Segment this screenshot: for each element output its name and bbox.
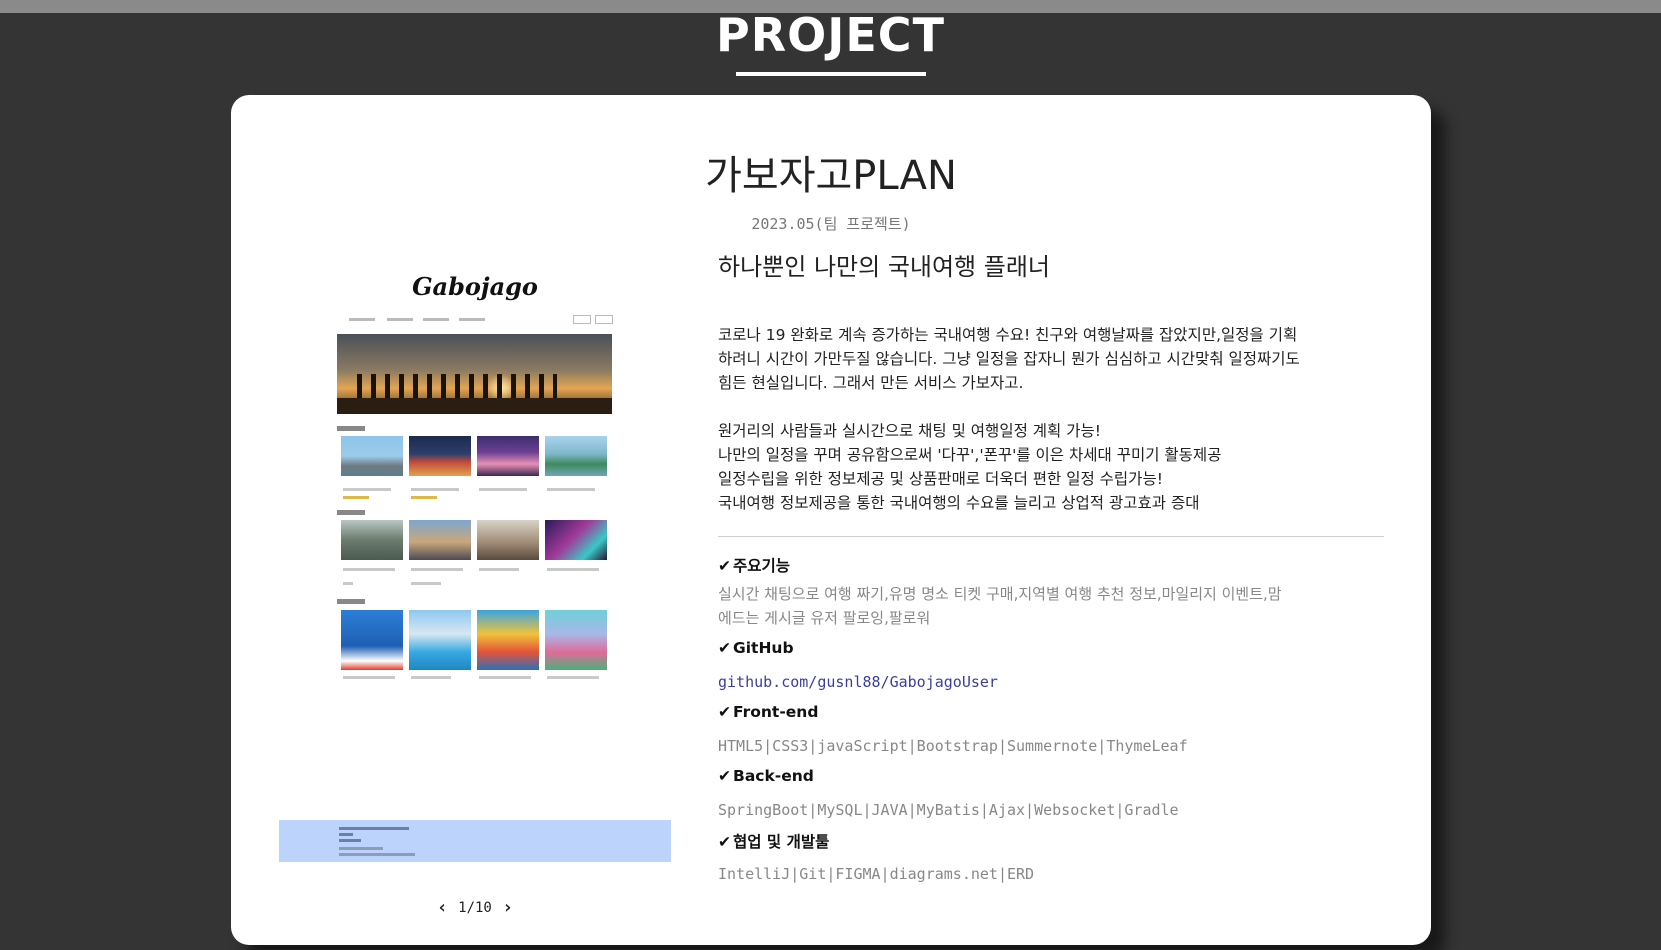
description-line: 코로나 19 완화로 계속 증가하는 국내여행 수요! 친구와 여행날짜를 잡았… <box>718 326 1298 344</box>
frontend-heading: ✔ Front-end <box>718 703 819 721</box>
mockup-logo: Gabojago <box>412 272 538 301</box>
mockup-nav <box>339 315 614 325</box>
github-link[interactable]: github.com/gusnl88/GabojagoUser <box>718 670 1388 694</box>
check-icon: ✔ <box>718 767 731 785</box>
description-line: 원거리의 사람들과 실시간으로 채팅 및 여행일정 계획 가능! <box>718 422 1101 440</box>
section-divider <box>718 536 1384 537</box>
mockup-card-row <box>341 436 613 508</box>
tools-heading: ✔ 협업 및 개발툴 <box>718 833 830 851</box>
project-title: 가보자고PLAN <box>705 153 957 199</box>
pager-count: 1/10 <box>458 899 492 916</box>
title-underline <box>736 72 926 76</box>
check-icon: ✔ <box>718 833 731 851</box>
project-screenshot: Gabojago <box>279 260 671 870</box>
project-card: 가보자고PLAN 2023.05(팀 프로젝트) Gabojago ‹ 1/10… <box>231 95 1431 945</box>
mockup-section-label <box>337 426 365 431</box>
description-line: 하려니 시간이 가만두질 않습니다. 그냥 일정을 잡자니 뭔가 심심하고 시간… <box>718 350 1300 368</box>
mockup-hero-image <box>337 334 612 414</box>
image-pager: ‹ 1/10 › <box>279 897 671 918</box>
description-line: 국내여행 정보제공을 통한 국내여행의 수요를 늘리고 상업적 광고효과 증대 <box>718 494 1200 512</box>
mockup-section-label <box>337 599 365 604</box>
chevron-left-icon[interactable]: ‹ <box>435 897 450 918</box>
check-icon: ✔ <box>718 639 731 657</box>
mockup-card-row <box>341 520 613 592</box>
github-heading: ✔ GitHub <box>718 639 794 657</box>
backend-value: SpringBoot|MySQL|JAVA|MyBatis|Ajax|Webso… <box>718 801 1179 819</box>
tools-value: IntelliJ|Git|FIGMA|diagrams.net|ERD <box>718 865 1035 883</box>
backend-heading: ✔ Back-end <box>718 767 814 785</box>
project-subtitle: 하나뿐인 나만의 국내여행 플래너 <box>718 253 1051 281</box>
description-line: 힘든 현실입니다. 그래서 만든 서비스 가보자고. <box>718 374 1024 392</box>
project-date: 2023.05(팀 프로젝트) <box>751 215 911 233</box>
description-line: 나만의 일정을 꾸며 공유함으로써 '다꾸','폰꾸'를 이은 차세대 꾸미기 … <box>718 446 1222 464</box>
mockup-footer-banner <box>279 820 671 862</box>
mockup-section-label <box>337 510 365 515</box>
section-title: PROJECT <box>716 8 945 62</box>
check-icon: ✔ <box>718 703 731 721</box>
frontend-value: HTML5|CSS3|javaScript|Bootstrap|Summerno… <box>718 737 1188 755</box>
mockup-card-row <box>341 610 613 690</box>
chevron-right-icon[interactable]: › <box>500 897 515 918</box>
features-value: 실시간 채팅으로 여행 짜기,유명 명소 티켓 구매,지역별 여행 추천 정보,… <box>718 585 1282 627</box>
description-line: 일정수립을 위한 정보제공 및 상품판매로 더욱더 편한 일정 수립가능! <box>718 470 1163 488</box>
check-icon: ✔ <box>718 557 731 575</box>
project-description: 코로나 19 완화로 계속 증가하는 국내여행 수요! 친구와 여행날짜를 잡았… <box>718 323 1388 515</box>
features-heading: ✔ 주요기능 <box>718 557 791 575</box>
